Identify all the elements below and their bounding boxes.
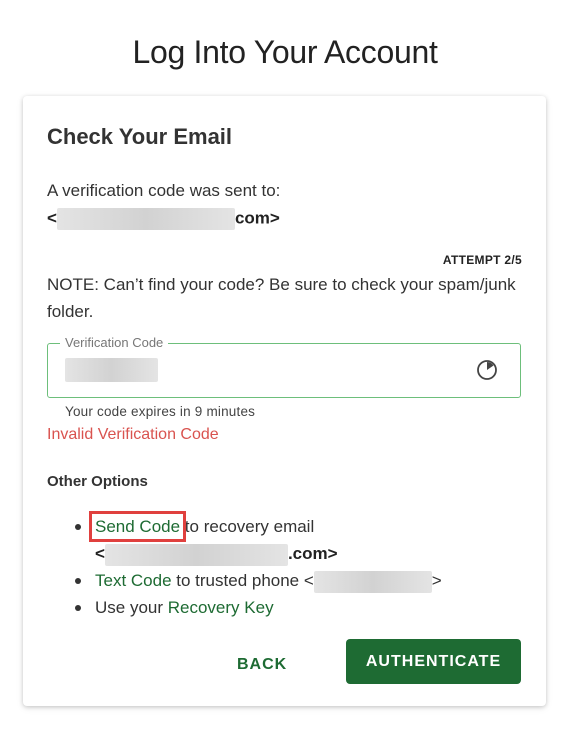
bullet-icon [75, 578, 81, 584]
verification-code-value [65, 358, 162, 384]
redacted-email [56, 208, 235, 230]
attempt-counter: ATTEMPT 2/5 [442, 253, 522, 267]
text-code-suffix: > [431, 571, 442, 590]
verification-code-label: Verification Code [60, 335, 169, 350]
sent-email-address: < com> [47, 208, 280, 232]
recovery-email-address: < .com> [95, 540, 442, 567]
recovery-key-prefix: Use your [95, 598, 168, 617]
sent-email-prefix: < [47, 208, 57, 228]
redacted-phone [313, 570, 432, 593]
option-send-code: Send Code to recovery email < .com> [67, 511, 442, 567]
recovery-key-link[interactable]: Recovery Key [168, 598, 274, 617]
code-expiry-text: Your code expires in 9 minutes [65, 404, 256, 419]
login-card: Check Your Email A verification code was… [23, 96, 546, 706]
recovery-email-prefix: < [95, 544, 105, 563]
back-button[interactable]: BACK [229, 652, 295, 678]
other-options-list: Send Code to recovery email < .com> Text … [67, 511, 442, 621]
redacted-recovery-email [104, 543, 288, 566]
send-code-link[interactable]: Send Code [88, 511, 187, 542]
spam-note: NOTE: Can’t find your code? Be sure to c… [47, 275, 516, 321]
option-recovery-key: Use your Recovery Key [67, 594, 442, 621]
authenticate-button[interactable]: AUTHENTICATE [346, 639, 521, 684]
other-options-title: Other Options [47, 473, 148, 490]
bullet-icon [75, 605, 81, 611]
verification-code-input[interactable] [65, 358, 162, 384]
option-text-code: Text Code to trusted phone < > [67, 567, 442, 594]
text-code-link[interactable]: Text Code [95, 571, 172, 590]
sent-email-suffix: com> [234, 208, 280, 228]
send-code-text: to recovery email [180, 517, 315, 536]
bullet-icon [75, 524, 81, 530]
sent-text: A verification code was sent to: [47, 181, 281, 200]
verification-code-field[interactable]: Verification Code [47, 335, 521, 398]
recovery-email-suffix: .com> [287, 544, 338, 563]
error-message: Invalid Verification Code [47, 426, 219, 443]
page-title: Log Into Your Account [132, 34, 438, 70]
card-title: Check Your Email [47, 124, 233, 149]
timer-icon [477, 360, 497, 380]
text-code-text: to trusted phone < [171, 571, 314, 590]
